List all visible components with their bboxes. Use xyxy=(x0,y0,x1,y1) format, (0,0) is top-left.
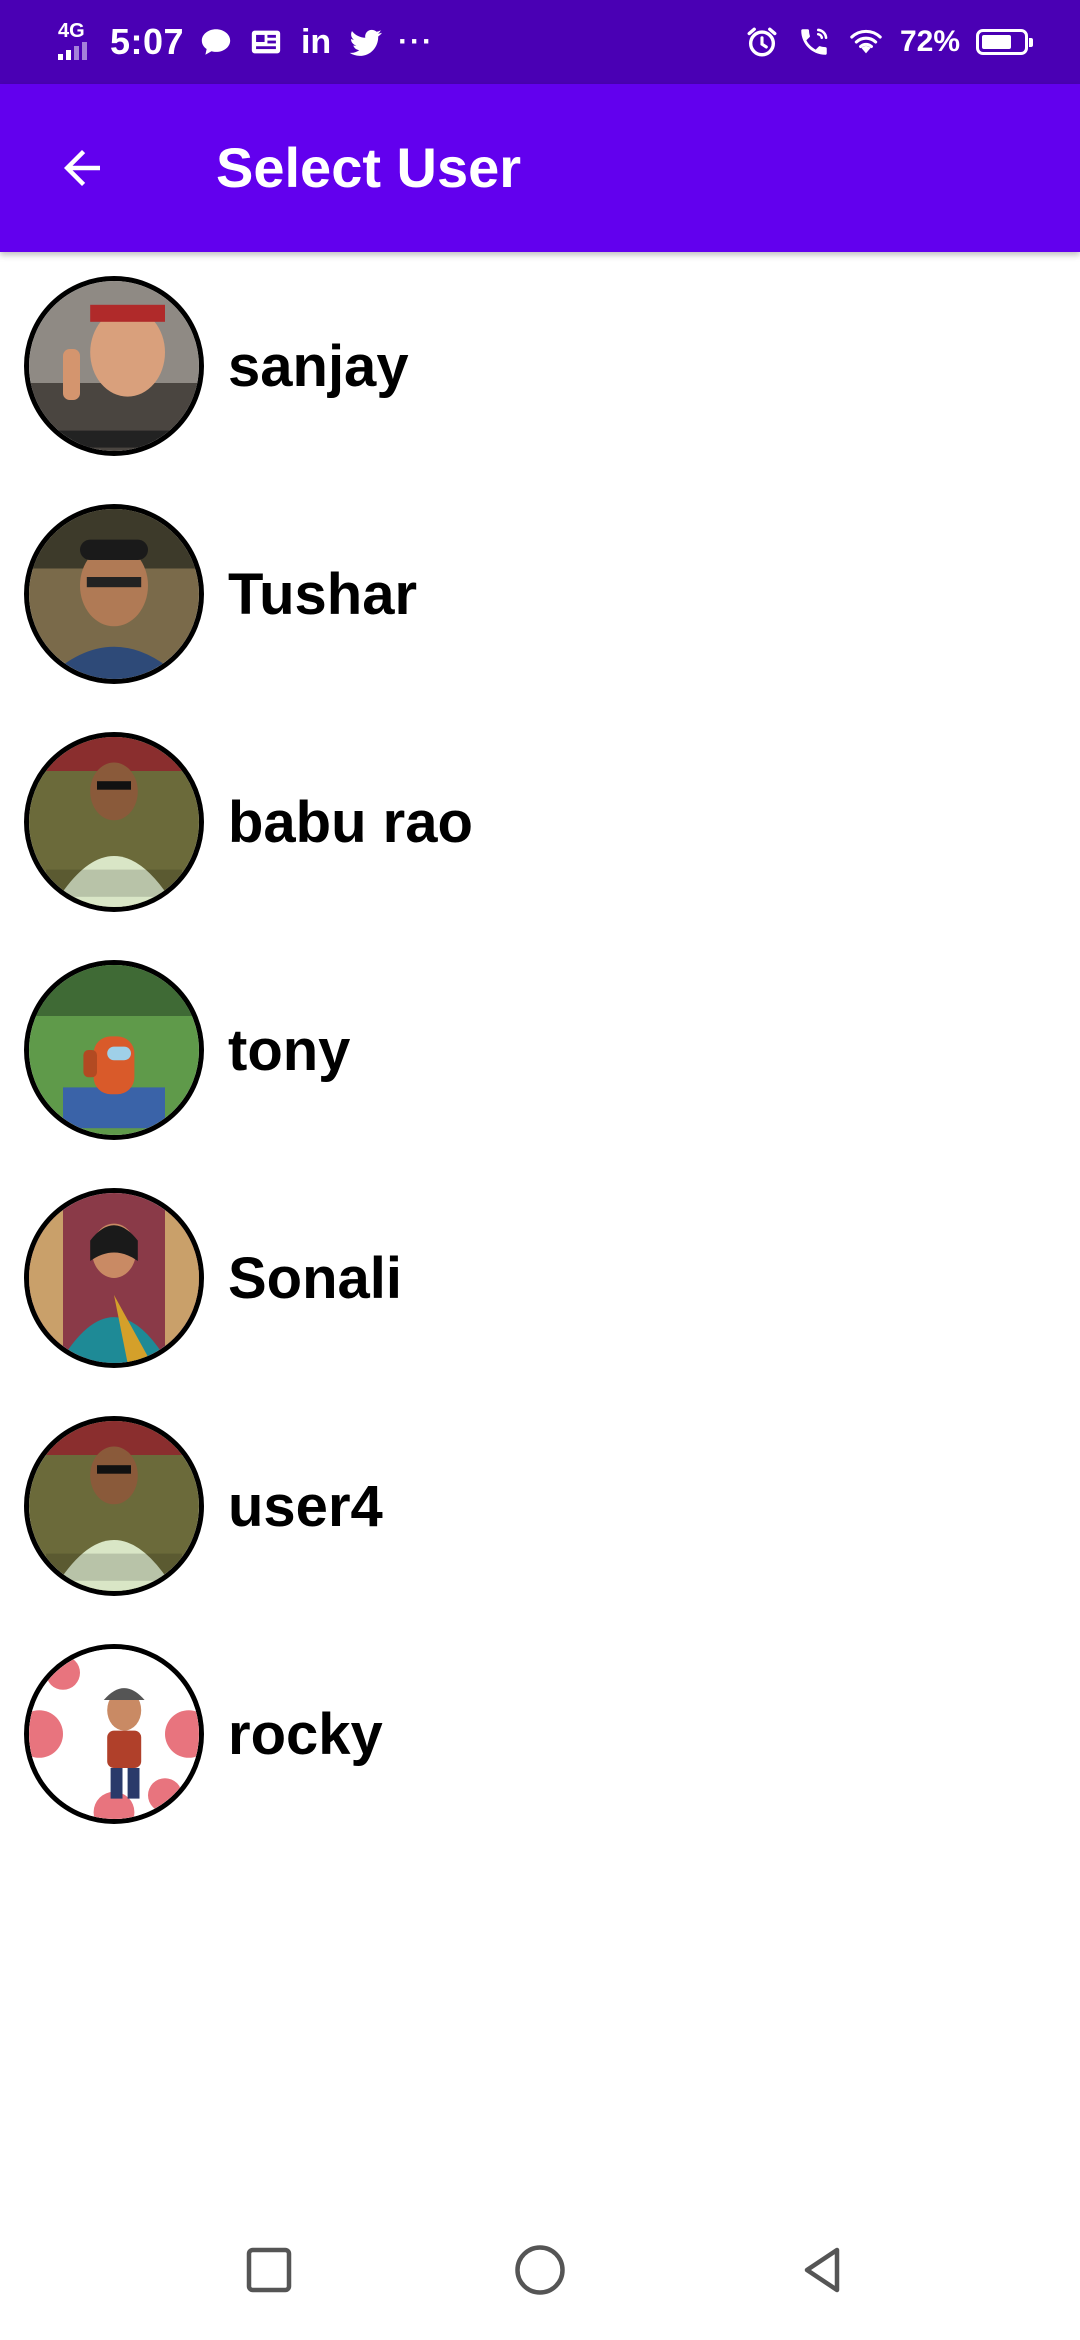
user-name: sanjay xyxy=(228,334,409,399)
profile-photo-icon xyxy=(24,1416,204,1596)
alarm-icon xyxy=(744,24,780,60)
more-dots-icon: ··· xyxy=(398,25,435,58)
wifi-calling-icon xyxy=(796,24,832,60)
user-name: babu rao xyxy=(228,790,473,855)
profile-photo-icon xyxy=(24,1188,204,1368)
battery-icon xyxy=(976,29,1033,55)
recents-square-icon xyxy=(246,2247,292,2293)
home-circle-icon xyxy=(515,2245,565,2295)
user-row-sanjay[interactable]: sanjay xyxy=(0,252,1080,480)
user-row-sonali[interactable]: Sonali xyxy=(0,1164,1080,1392)
home-button[interactable] xyxy=(500,2230,580,2310)
profile-photo-icon xyxy=(24,1644,204,1824)
page-title: Select User xyxy=(216,136,522,199)
chat-bubble-icon xyxy=(198,24,234,60)
arrow-back-icon xyxy=(64,150,100,186)
user-row-tushar[interactable]: Tushar xyxy=(0,480,1080,708)
wifi-icon xyxy=(848,24,884,60)
user-name: rocky xyxy=(228,1702,383,1767)
battery-percent: 72% xyxy=(899,25,960,58)
status-bar: 4G 5:07 in ··· 72% xyxy=(0,0,1080,84)
system-back-button[interactable] xyxy=(782,2230,862,2310)
user-name: Sonali xyxy=(228,1246,403,1311)
profile-photo-icon xyxy=(24,504,204,684)
app-bar: Select User xyxy=(0,84,1080,252)
linkedin-icon: in xyxy=(300,22,332,61)
signal-icon: 4G xyxy=(56,20,96,62)
network-type: 4G xyxy=(58,20,85,42)
user-row-babu-rao[interactable]: babu rao xyxy=(0,708,1080,936)
user-row-user4[interactable]: user4 xyxy=(0,1392,1080,1620)
back-button[interactable] xyxy=(40,126,124,210)
user-name: tony xyxy=(228,1018,351,1083)
news-icon xyxy=(248,24,284,60)
system-nav-bar xyxy=(0,2200,1080,2340)
user-name: user4 xyxy=(228,1474,383,1539)
recents-button[interactable] xyxy=(229,2230,309,2310)
back-triangle-icon xyxy=(804,2247,840,2293)
profile-photo-icon xyxy=(24,960,204,1140)
profile-photo-icon xyxy=(24,276,204,456)
user-list: sanjay Tushar babu rao tony Sonali user4… xyxy=(0,252,1080,1848)
status-left: 4G 5:07 in ··· xyxy=(56,20,435,63)
clock: 5:07 xyxy=(110,21,185,62)
user-row-tony[interactable]: tony xyxy=(0,936,1080,1164)
twitter-icon xyxy=(348,24,384,60)
profile-photo-icon xyxy=(24,732,204,912)
user-row-rocky[interactable]: rocky xyxy=(0,1620,1080,1848)
status-right: 72% xyxy=(744,24,1033,60)
user-name: Tushar xyxy=(228,562,418,627)
